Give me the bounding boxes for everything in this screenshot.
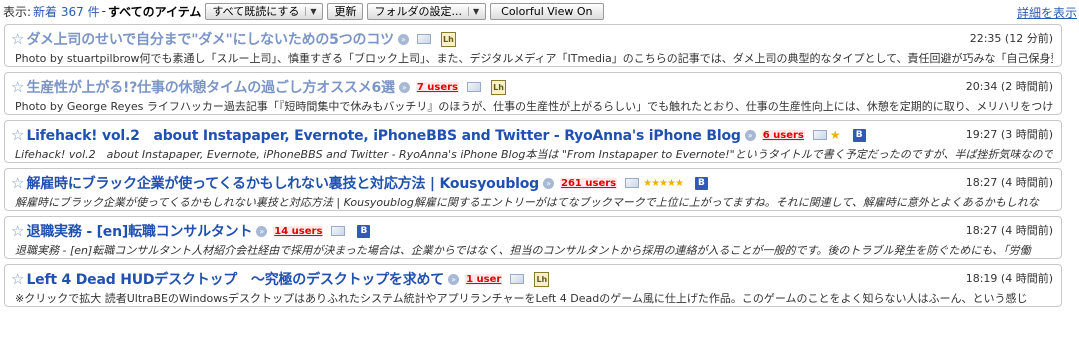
star-icon[interactable]: ☆: [11, 31, 24, 47]
open-arrow-icon[interactable]: »: [398, 81, 410, 93]
folder-name: すべてのアイテム: [107, 4, 202, 19]
entry-time: 18:27 (4 時間前): [965, 224, 1053, 237]
entry-title[interactable]: Lifehack! vol.2 about Instapaper, Everno…: [26, 125, 740, 145]
entry-time: 18:19 (4 時間前): [965, 272, 1053, 285]
open-arrow-icon[interactable]: »: [256, 225, 268, 237]
open-arrow-icon[interactable]: »: [543, 177, 555, 189]
display-label: 表示:: [3, 4, 32, 19]
bookmark-users-count[interactable]: 6 users: [761, 129, 805, 141]
lifehacker-source-icon: Lh: [491, 79, 507, 95]
list-item[interactable]: ☆ Lifehack! vol.2 about Instapaper, Ever…: [4, 120, 1062, 163]
entry-snippet: Lifehack! vol.2 about Instapaper, Everno…: [15, 148, 1053, 161]
colorful-view-button[interactable]: Colorful View On: [490, 2, 604, 20]
favorite-star-icon: ★: [829, 128, 841, 142]
list-item[interactable]: ☆ 生産性が上がる!?仕事の休憩タイムの過ごし方オススメ6選 » 7 users…: [4, 72, 1062, 115]
entry-time: 20:34 (2 時間前): [965, 80, 1053, 93]
star-icon[interactable]: ☆: [11, 79, 24, 95]
star-icon[interactable]: ☆: [11, 175, 24, 191]
blog-badge-icon[interactable]: B: [852, 128, 866, 142]
entry-time: 18:27 (4 時間前): [965, 176, 1053, 189]
folder-settings-label: フォルダの設定...: [374, 5, 462, 18]
entry-snippet: Photo by George Reyes ライフハッカー過去記事「『短時間集中…: [15, 100, 1053, 113]
entry-time: 19:27 (3 時間前): [965, 128, 1053, 141]
image-icon[interactable]: [812, 130, 827, 140]
entry-snippet: 解雇時にブラック企業が使ってくるかもしれない裏技と対応方法 | Kousyoub…: [15, 196, 1039, 209]
list-item[interactable]: ☆ 解雇時にブラック企業が使ってくるかもしれない裏技と対応方法 | Kousyo…: [4, 168, 1062, 211]
rating-stars-icon: ★★★★★: [643, 177, 684, 189]
star-icon[interactable]: ☆: [11, 271, 24, 287]
open-arrow-icon[interactable]: »: [397, 33, 409, 45]
entry-snippet: 退職実務 - [en]転職コンサルタント人材紹介会社経由で採用が決まった場合は、…: [15, 244, 1031, 257]
entry-title[interactable]: Left 4 Dead HUDデスクトップ 〜究極のデスクトップを求めて: [26, 269, 444, 289]
details-link[interactable]: 詳細を表示: [1017, 4, 1077, 21]
toolbar: 表示: 新着 367 件 - すべてのアイテム すべて既読にする ▼ 更新 フォ…: [0, 0, 1079, 22]
entry-title[interactable]: 生産性が上がる!?仕事の休憩タイムの過ごし方オススメ6選: [26, 77, 395, 97]
image-icon[interactable]: [416, 34, 431, 44]
lifehacker-source-icon: Lh: [440, 31, 456, 47]
blog-badge-icon[interactable]: B: [357, 224, 371, 238]
star-icon[interactable]: ☆: [11, 223, 24, 239]
image-icon[interactable]: [467, 82, 482, 92]
lifehacker-source-icon: Lh: [534, 271, 550, 287]
mark-all-read-button[interactable]: すべて既読にする ▼: [205, 2, 324, 20]
bookmark-users-count[interactable]: 1 user: [465, 273, 503, 285]
entry-title[interactable]: ダメ上司のせいで自分まで"ダメ"にしないための5つのコツ: [26, 29, 394, 49]
image-icon[interactable]: [510, 274, 525, 284]
blog-badge-icon[interactable]: B: [694, 176, 708, 190]
entry-list: ☆ ダメ上司のせいで自分まで"ダメ"にしないための5つのコツ » Lh 22:3…: [4, 24, 1079, 312]
list-item[interactable]: ☆ Left 4 Dead HUDデスクトップ 〜究極のデスクトップを求めて »…: [4, 264, 1062, 307]
star-icon[interactable]: ☆: [11, 127, 24, 143]
list-item[interactable]: ☆ ダメ上司のせいで自分まで"ダメ"にしないための5つのコツ » Lh 22:3…: [4, 24, 1062, 67]
image-icon[interactable]: [625, 178, 640, 188]
entry-snippet: Photo by stuartpilbrow何でも素通し「スルー上司」、慎重すぎ…: [15, 52, 1053, 65]
open-arrow-icon[interactable]: »: [448, 273, 460, 285]
list-item[interactable]: ☆ 退職実務 - [en]転職コンサルタント » 14 users B 18:2…: [4, 216, 1062, 259]
folder-settings-button[interactable]: フォルダの設定... ▼: [367, 2, 487, 20]
entry-time: 22:35 (12 分前): [969, 32, 1053, 45]
bookmark-users-count[interactable]: 14 users: [273, 225, 324, 237]
entry-title[interactable]: 退職実務 - [en]転職コンサルタント: [26, 221, 252, 241]
bookmark-users-count[interactable]: 261 users: [560, 177, 618, 189]
separator: -: [101, 4, 106, 18]
dropdown-caret-icon[interactable]: ▼: [305, 6, 316, 16]
unread-count-link[interactable]: 新着 367 件: [33, 3, 100, 20]
open-arrow-icon[interactable]: »: [744, 129, 756, 141]
dropdown-caret-icon[interactable]: ▼: [467, 6, 479, 16]
image-icon[interactable]: [331, 226, 346, 236]
bookmark-users-count[interactable]: 7 users: [415, 81, 460, 93]
entry-title[interactable]: 解雇時にブラック企業が使ってくるかもしれない裏技と対応方法 | Kousyoub…: [26, 173, 539, 193]
refresh-button[interactable]: 更新: [327, 2, 364, 20]
mark-all-read-label: すべて既読にする: [212, 5, 300, 18]
entry-snippet: ※クリックで拡大 読者UltraBEのWindowsデスクトップはありふれたシス…: [15, 292, 1028, 305]
